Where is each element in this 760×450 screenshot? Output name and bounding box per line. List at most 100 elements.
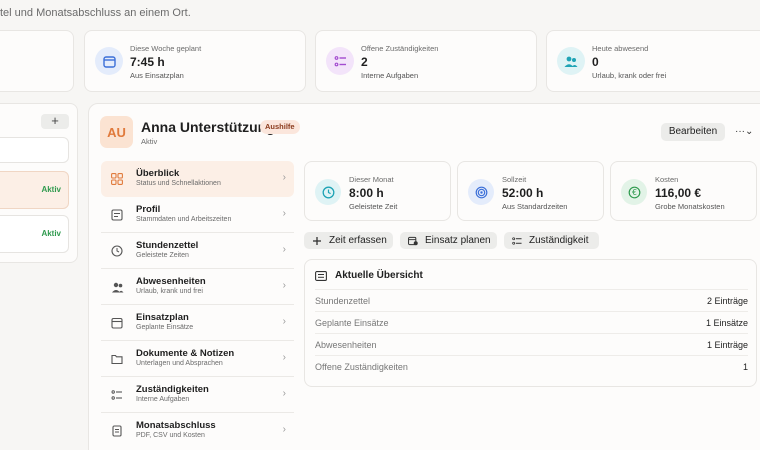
stat-card-absent: Heute abwesend 0 Urlaub, krank oder frei — [546, 30, 760, 92]
stat-sub: Urlaub, krank oder frei — [592, 71, 667, 80]
stat-value: 2 — [361, 55, 368, 69]
nav-sub: Geplante Einsätze — [136, 324, 194, 331]
nav-item-profile[interactable]: Profil Stammdaten und Arbeitszeiten › — [101, 197, 294, 233]
overview-row-label: Offene Zuständigkeiten — [315, 362, 408, 372]
kpi-value: 116,00 € — [655, 186, 702, 200]
employee-list-item[interactable]: Aktiv — [0, 215, 69, 253]
kpi-value: 8:00 h — [349, 186, 384, 200]
more-menu-button[interactable]: ···⌄ — [735, 123, 757, 141]
stat-sub: Aus Einsatzplan — [130, 71, 184, 80]
nav-label: Überblick — [136, 168, 180, 179]
grid-icon — [109, 171, 125, 187]
nav-label: Profil — [136, 204, 161, 215]
checklist-icon — [109, 387, 125, 403]
stat-label: Offene Zuständigkeiten — [361, 44, 439, 53]
employee-list-item-selected[interactable]: Aktiv — [0, 171, 69, 209]
stat-sub: Interne Aufgaben — [361, 71, 419, 80]
overview-row-value: 1 Einträge — [706, 340, 748, 350]
calendar-icon — [109, 315, 125, 331]
role-badge: Aushilfe — [260, 120, 300, 134]
nav-item-documents[interactable]: Dokumente & Notizen Unterlagen und Abspr… — [101, 341, 294, 377]
chevron-right-icon: › — [282, 280, 286, 291]
list-icon — [315, 271, 327, 281]
employee-name: Anna Unterstützung — [141, 119, 275, 135]
nav-sub: Interne Aufgaben — [136, 396, 190, 403]
stat-card-responsibilities: Offene Zuständigkeiten 2 Interne Aufgabe… — [315, 30, 537, 92]
people-icon — [109, 279, 125, 295]
overview-row-label: Abwesenheiten — [315, 340, 377, 350]
nav-item-responsibilities[interactable]: Zuständigkeiten Interne Aufgaben › — [101, 377, 294, 413]
edit-button[interactable]: Bearbeiten — [661, 123, 725, 141]
avatar: AU — [100, 116, 133, 148]
kpi-sub: Aus Standardzeiten — [502, 202, 568, 211]
chevron-right-icon: › — [282, 424, 286, 435]
nav-item-overview[interactable]: Überblick Status und Schnellaktionen › — [101, 161, 294, 197]
nav-label: Zuständigkeiten — [136, 384, 209, 395]
svg-text:€: € — [632, 188, 637, 197]
overview-row: Stundenzettel 2 Einträge — [315, 289, 748, 311]
kpi-value: 52:00 h — [502, 186, 544, 200]
chevron-right-icon: › — [282, 352, 286, 363]
stat-label: Diese Woche geplant — [130, 44, 202, 53]
stat-card-planned: Diese Woche geplant 7:45 h Aus Einsatzpl… — [84, 30, 306, 92]
document-icon — [109, 423, 125, 439]
current-overview-card: Aktuelle Übersicht Stundenzettel 2 Eintr… — [304, 259, 757, 387]
id-card-icon — [109, 207, 125, 223]
overview-row-value: 1 — [742, 362, 748, 372]
checklist-icon — [512, 236, 522, 246]
employee-detail-panel: AU Anna Unterstützung Aushilfe Aktiv Bea… — [88, 103, 760, 450]
nav-sub: Unterlagen und Absprachen — [136, 360, 223, 367]
clock-icon — [109, 243, 125, 259]
add-employee-button[interactable]: + — [41, 114, 69, 129]
overview-row-value: 2 Einträge — [706, 296, 748, 306]
plan-shift-button[interactable]: Einsatz planen — [400, 232, 497, 249]
page-intro-text: tel und Monatsabschluss an einem Ort. — [0, 7, 191, 19]
stat-value: 0 — [592, 55, 599, 69]
kpi-card-costs: € Kosten 116,00 € Grobe Monatskosten — [610, 161, 757, 221]
employee-list-item[interactable] — [0, 137, 69, 163]
kpi-label: Kosten — [655, 175, 679, 184]
kpi-sub: Grobe Monatskosten — [655, 202, 725, 211]
nav-sub: Status und Schnellaktionen — [136, 180, 221, 187]
nav-sub: Urlaub, krank und frei — [136, 288, 203, 295]
nav-item-month-close[interactable]: Monatsabschluss PDF, CSV und Kosten › — [101, 413, 294, 449]
nav-label: Stundenzettel — [136, 240, 199, 251]
overview-row: Geplante Einsätze 1 Einsätze — [315, 311, 748, 333]
overview-row: Offene Zuständigkeiten 1 — [315, 355, 748, 377]
stat-label: Heute abwesend — [592, 44, 649, 53]
nav-label: Abwesenheiten — [136, 276, 206, 287]
nav-item-timesheet[interactable]: Stundenzettel Geleistete Zeiten › — [101, 233, 294, 269]
kpi-label: Sollzeit — [502, 175, 527, 184]
kpi-card-target-time: Sollzeit 52:00 h Aus Standardzeiten — [457, 161, 604, 221]
status-badge: Aktiv — [41, 185, 61, 194]
kpi-sub: Geleistete Zeit — [349, 202, 398, 211]
assign-responsibility-button[interactable]: Zuständigkeit — [504, 232, 599, 249]
nav-sub: PDF, CSV und Kosten — [136, 432, 205, 439]
action-label: Zeit erfassen — [329, 235, 387, 246]
nav-item-schedule[interactable]: Einsatzplan Geplante Einsätze › — [101, 305, 294, 341]
overview-row-label: Geplante Einsätze — [315, 318, 389, 328]
action-label: Zuständigkeit — [529, 235, 589, 246]
nav-sub: Geleistete Zeiten — [136, 252, 189, 259]
action-label: Einsatz planen — [425, 235, 491, 246]
overview-title: Aktuelle Übersicht — [335, 270, 423, 281]
record-time-button[interactable]: Zeit erfassen — [304, 232, 393, 249]
nav-item-absences[interactable]: Abwesenheiten Urlaub, krank und frei › — [101, 269, 294, 305]
clock-icon — [315, 179, 341, 205]
nav-label: Monatsabschluss — [136, 420, 216, 431]
euro-icon: € — [621, 179, 647, 205]
chevron-right-icon: › — [282, 244, 286, 255]
overview-row: Abwesenheiten 1 Einträge — [315, 333, 748, 355]
plus-icon — [312, 236, 322, 246]
calendar-plus-icon — [408, 236, 418, 246]
status-badge: Aktiv — [41, 229, 61, 238]
chevron-right-icon: › — [282, 208, 286, 219]
stat-card-partial — [0, 30, 74, 92]
nav-label: Einsatzplan — [136, 312, 189, 323]
checklist-icon — [326, 47, 354, 75]
nav-sub: Stammdaten und Arbeitszeiten — [136, 216, 232, 223]
employee-list-panel: + Aktiv Aktiv — [0, 103, 78, 263]
calendar-icon — [95, 47, 123, 75]
overview-row-label: Stundenzettel — [315, 296, 371, 306]
chevron-right-icon: › — [282, 388, 286, 399]
